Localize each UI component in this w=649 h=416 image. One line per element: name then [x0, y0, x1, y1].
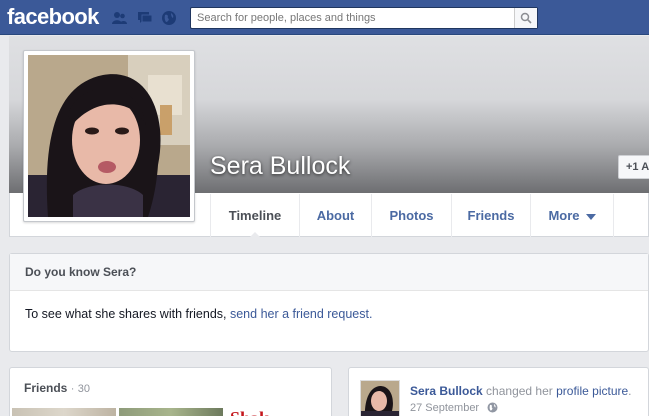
- friend-thumbnail[interactable]: Shak: [226, 408, 330, 416]
- profile-picture[interactable]: [23, 50, 195, 222]
- friends-icon[interactable]: [111, 10, 127, 26]
- friends-count: 30: [77, 383, 90, 395]
- globe-icon[interactable]: [487, 402, 498, 413]
- avatar[interactable]: [360, 380, 400, 416]
- story-action: changed her: [486, 384, 553, 398]
- search-input[interactable]: [191, 8, 514, 28]
- tab-label: Timeline: [228, 208, 282, 223]
- friends-separator: ·: [70, 383, 75, 395]
- profile-tabs: Timeline About Photos Friends More: [210, 194, 614, 238]
- card-title: Do you know Sera?: [10, 254, 648, 291]
- friend-thumbnail[interactable]: [12, 408, 116, 416]
- timeline-story: Sera Bullock changed her profile picture…: [348, 367, 649, 416]
- story-author-link[interactable]: Sera Bullock: [410, 384, 483, 398]
- notifications-globe-icon[interactable]: [161, 10, 177, 26]
- tab-friends[interactable]: Friends: [451, 194, 530, 237]
- send-friend-request-link[interactable]: send her a friend request.: [230, 307, 372, 321]
- tab-label: Photos: [389, 208, 434, 223]
- profile-name[interactable]: Sera Bullock: [210, 152, 350, 181]
- friend-thumbnail[interactable]: [119, 408, 223, 416]
- card-text: To see what she shares with friends,: [25, 307, 227, 321]
- top-bar: facebook: [0, 0, 649, 35]
- profile-picture-link[interactable]: profile picture: [556, 384, 628, 398]
- profile-photo-image: [28, 55, 190, 217]
- story-meta: 27 September: [410, 402, 498, 414]
- tab-label: About: [316, 208, 355, 223]
- messages-icon[interactable]: [137, 10, 153, 26]
- tab-timeline[interactable]: Timeline: [210, 194, 299, 238]
- search-button[interactable]: [514, 8, 537, 28]
- story-period: .: [628, 384, 632, 398]
- chevron-down-icon: [585, 213, 596, 220]
- story-date[interactable]: 27 September: [410, 402, 479, 414]
- friends-header: Friends · 30: [10, 368, 331, 395]
- friends-box: Friends · 30 Shak: [9, 367, 332, 416]
- search-box[interactable]: [190, 7, 538, 29]
- avatar-image: [361, 381, 399, 416]
- tab-label: Friends: [467, 208, 515, 223]
- tab-about[interactable]: About: [299, 194, 371, 237]
- tab-photos[interactable]: Photos: [371, 194, 451, 237]
- friend-request-card: Do you know Sera? To see what she shares…: [9, 253, 649, 352]
- friend-thumbnails: Shak: [12, 408, 333, 416]
- tab-more[interactable]: More: [530, 194, 614, 237]
- facebook-logo[interactable]: facebook: [7, 4, 99, 30]
- friends-title[interactable]: Friends: [24, 381, 67, 395]
- thumbnail-text: Shak: [230, 408, 269, 416]
- follow-button[interactable]: +1 A: [618, 155, 649, 179]
- search-icon: [520, 12, 532, 24]
- tab-label: More: [548, 208, 580, 223]
- story-text: Sera Bullock changed her profile picture…: [410, 384, 632, 398]
- card-body: To see what she shares with friends, sen…: [10, 291, 648, 321]
